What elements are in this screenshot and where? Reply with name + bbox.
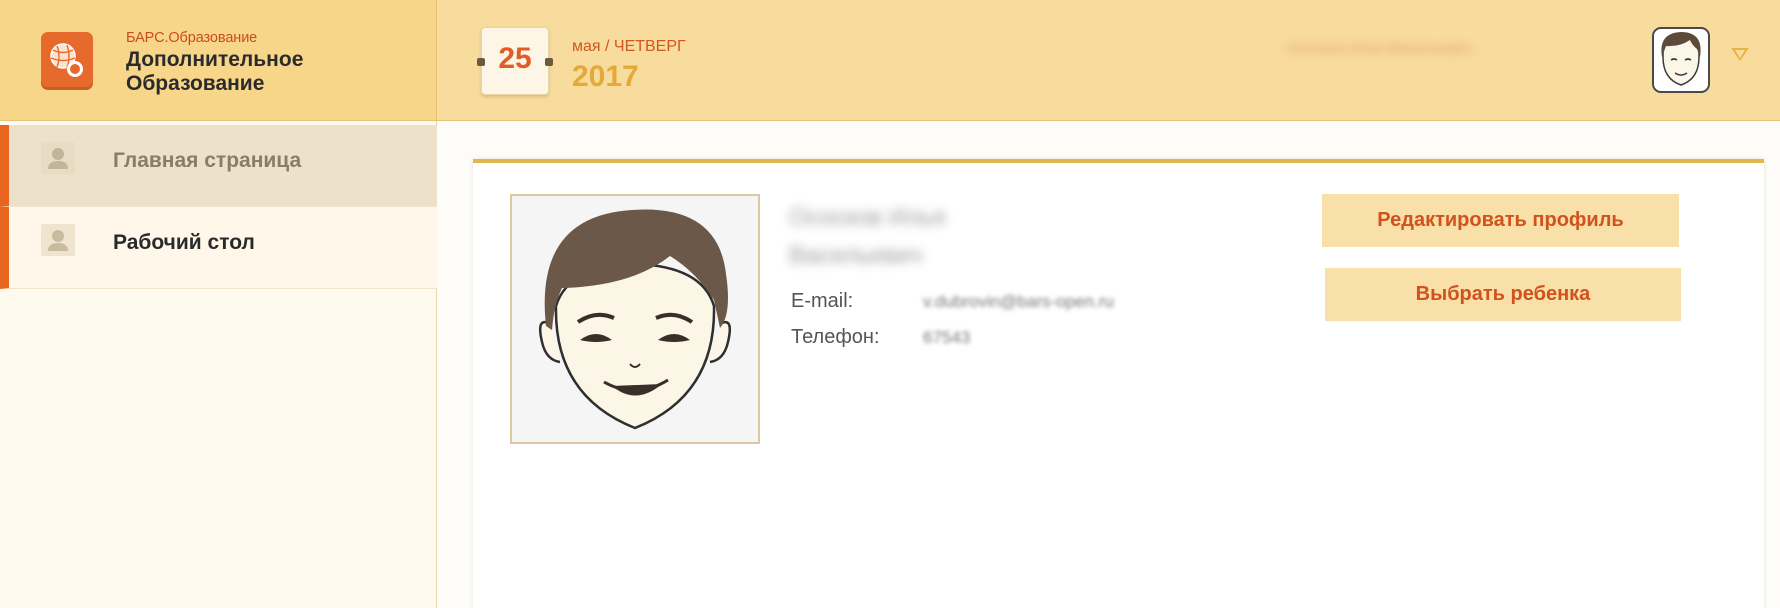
main-content: Ососков Илья Васильевич E-mail: v.dubrov… [437, 121, 1780, 608]
phone-value: 67543 [923, 328, 971, 347]
sidebar-item-desktop[interactable]: Рабочий стол [0, 207, 437, 289]
user-avatar[interactable] [1652, 27, 1710, 93]
brand-title-line2: Образование [126, 72, 265, 95]
select-child-button[interactable]: Выбрать ребенка [1325, 268, 1681, 321]
edit-profile-button[interactable]: Редактировать профиль [1322, 194, 1679, 247]
app-root: БАРС.Образование Дополнительное Образова… [0, 0, 1780, 608]
sidebar-item-home[interactable]: Главная страница [0, 125, 437, 207]
brand-logo-block[interactable]: БАРС.Образование Дополнительное Образова… [0, 0, 437, 121]
profile-name-line1: Ососков Илья [789, 204, 946, 231]
sidebar-item-label: Рабочий стол [113, 231, 255, 254]
dropdown-caret-icon[interactable] [1731, 48, 1749, 61]
profile-name-line2: Васильевич [789, 242, 923, 269]
calendar-day: 25 [498, 42, 532, 75]
sidebar-item-label: Главная страница [113, 149, 302, 172]
brand-subtitle: БАРС.Образование [126, 30, 258, 46]
email-value: v.dubrovin@bars-open.ru [923, 292, 1114, 311]
sidebar: Главная страница Рабочий стол [0, 121, 437, 608]
email-label: E-mail: [791, 290, 854, 312]
profile-full-name: Ососков Илья Васильевич [789, 199, 1009, 275]
top-bar: 25 мая / ЧЕТВЕРГ 2017 Ососков Илья Васил… [437, 0, 1780, 121]
avatar-face-icon [1661, 32, 1701, 86]
profile-card: Ососков Илья Васильевич E-mail: v.dubrov… [473, 159, 1764, 608]
brand-title-line1: Дополнительное [126, 48, 304, 71]
current-user-name[interactable]: Ососков Илья Васильевич [1287, 40, 1602, 62]
date-year: 2017 [572, 60, 639, 93]
profile-photo [510, 194, 760, 444]
phone-label: Телефон: [791, 326, 880, 348]
user-silhouette-icon [41, 224, 75, 256]
user-silhouette-icon [41, 142, 75, 174]
calendar-icon: 25 [477, 27, 553, 95]
date-month-weekday: мая / ЧЕТВЕРГ [572, 38, 686, 55]
brand-title: Дополнительное Образование [126, 48, 426, 96]
brand-logo-icon [41, 32, 93, 90]
avatar-face-icon [539, 209, 731, 430]
